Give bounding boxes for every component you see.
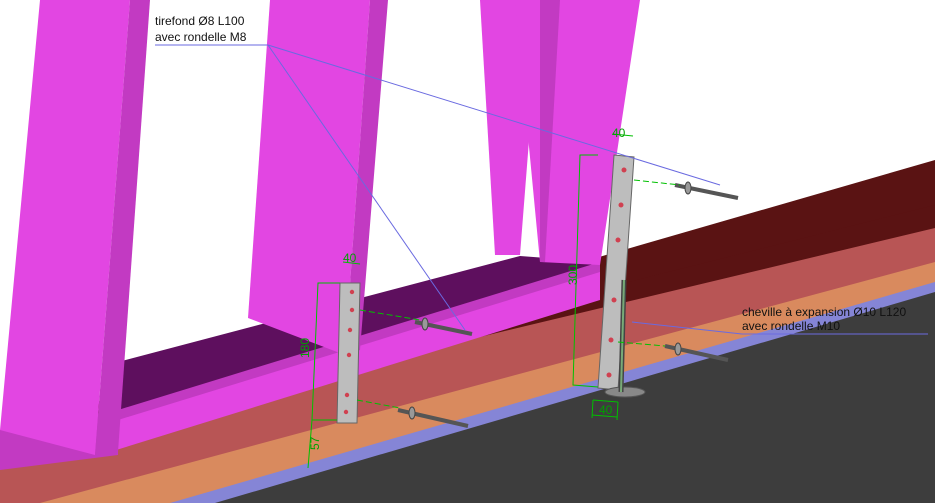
washer-icon [674,342,682,356]
drawing-canvas: 180 57 40 300 40 40 tirefond Ø8 L100 ave… [0,0,935,503]
plate-hole [346,352,352,358]
plate-hole [621,167,627,173]
dimension-40-top: 40 [612,126,626,140]
callout-screw-line1: tirefond Ø8 L100 [155,14,245,28]
dimension-40-left: 40 [343,251,357,265]
cad-3d-view: 180 57 40 300 40 40 tirefond Ø8 L100 ave… [0,0,935,503]
callout-anchor-line2: avec rondelle M10 [742,319,840,333]
callout-anchor-line1: cheville à expansion Ø10 L120 [742,305,906,319]
plate-hole [347,327,353,333]
plate-hole [615,237,621,243]
plate-hole [344,392,350,398]
anchor-washer-base [604,386,646,398]
callout-screw-line2: avec rondelle M8 [155,30,247,44]
washer-icon [421,317,429,331]
dimension-40-bottom: 40 [599,403,613,417]
plate-hole [343,409,349,415]
dimension-300: 300 [566,265,580,285]
dimension-180: 180 [298,338,312,358]
washer-icon [684,181,692,195]
plate-hole [349,307,355,313]
plate-hole [618,202,624,208]
plate-hole [349,289,355,295]
dimension-57: 57 [308,436,322,450]
plate-hole [606,372,612,378]
washer-icon [408,406,416,420]
plate-hole [608,337,614,343]
plate-hole [611,297,617,303]
